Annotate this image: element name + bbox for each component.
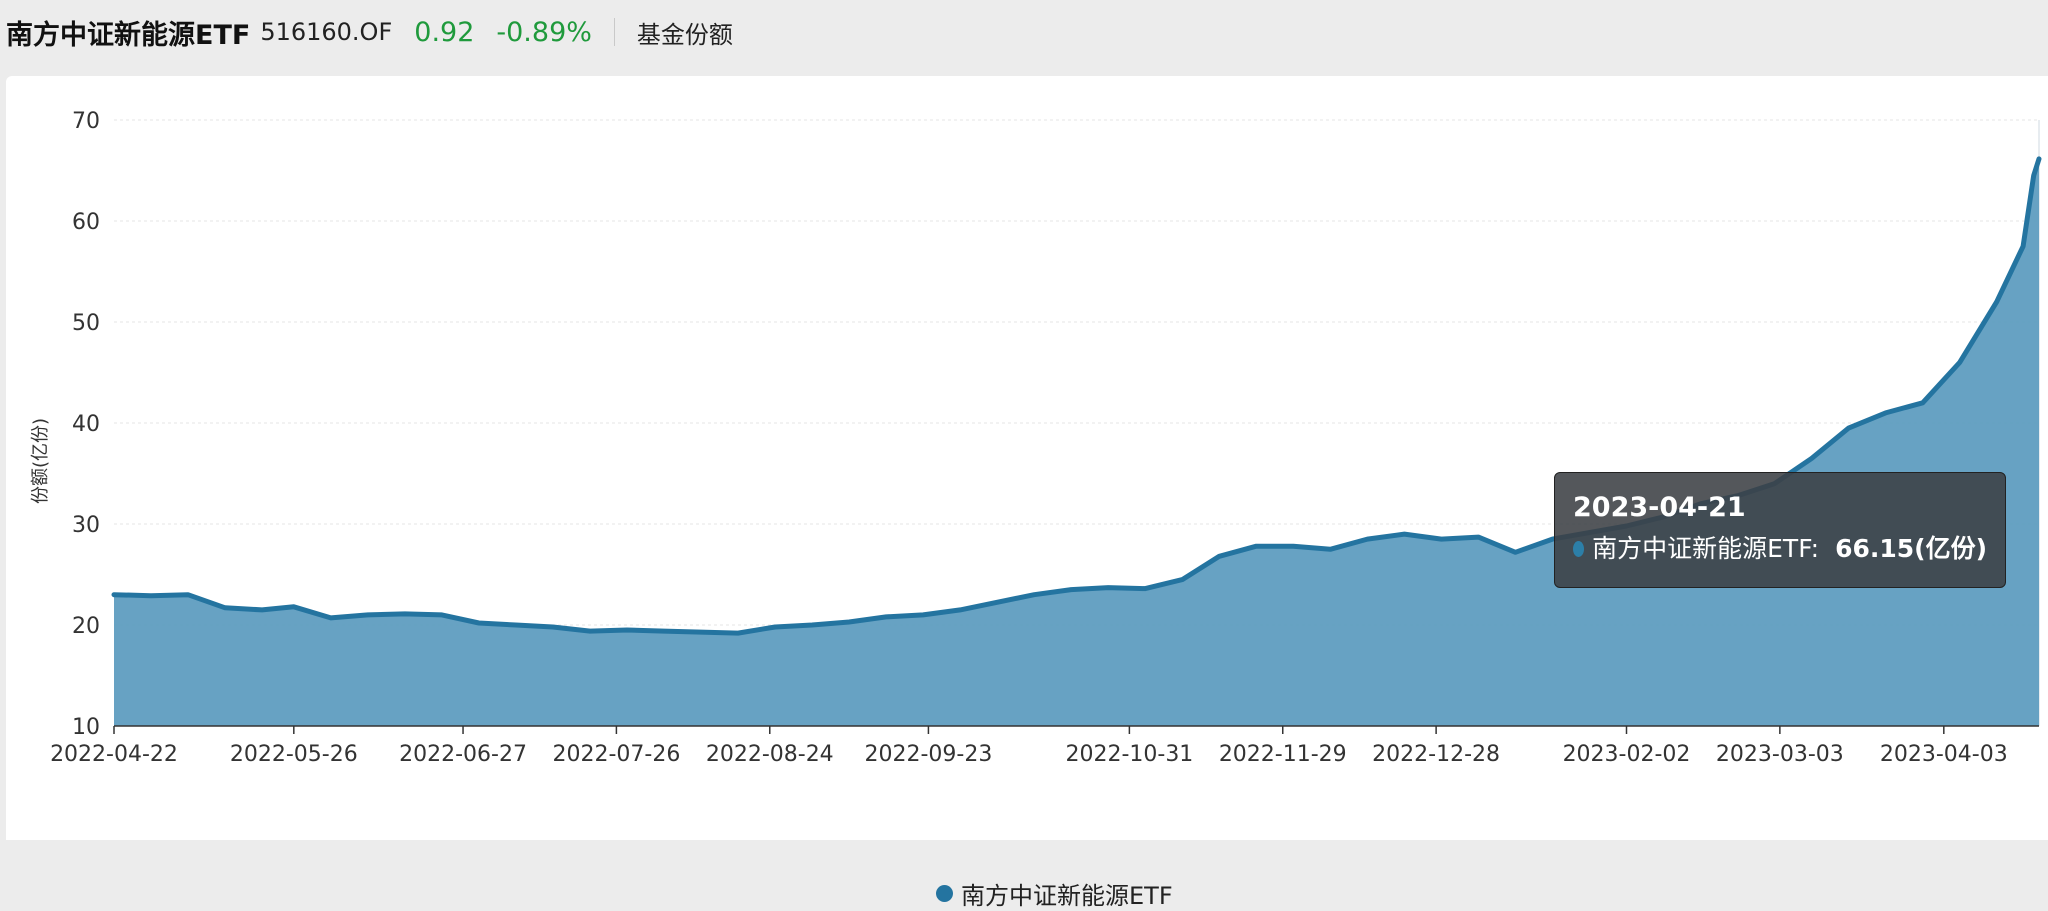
axes (113, 725, 2039, 734)
chart-legend[interactable]: 南方中证新能源ETF (936, 876, 1173, 911)
y-tick-label: 20 (72, 614, 100, 639)
fund-info-row: 南方中证新能源ETF 516160.OF 0.92 -0.89% 基金份额 (6, 12, 733, 52)
data-tooltip: 2023-04-21 南方中证新能源ETF: 66.15(亿份) (1554, 472, 2006, 588)
legend-label: 南方中证新能源ETF (961, 882, 1173, 910)
x-tick-label: 2022-08-24 (706, 742, 834, 767)
x-tick-label: 2022-05-26 (230, 742, 358, 767)
header-divider (613, 18, 615, 46)
x-tick-label: 2023-04-03 (1880, 742, 2008, 767)
y-axis-label: 份额(亿份) (30, 418, 51, 504)
x-tick-label: 2022-11-29 (1219, 742, 1347, 767)
change-percent: -0.89% (496, 16, 592, 48)
y-tick-label: 60 (72, 210, 100, 235)
x-tick-label: 2022-07-26 (552, 742, 680, 767)
area-fill (114, 158, 2039, 726)
x-tick-label: 2023-03-03 (1716, 742, 1844, 767)
chart-panel: 10 20 30 40 50 60 70 2022-04-22 2022-05-26 2022-… (6, 76, 2048, 910)
y-tick-labels: 10 20 30 40 50 60 70 (72, 109, 100, 740)
share-area-chart[interactable]: 10203040506070 2022-04-22 2022-05-26 2022-… (6, 76, 2048, 840)
y-tick-label: 50 (72, 311, 100, 336)
tooltip-series-label: 南方中证新能源ETF: (1592, 534, 1820, 563)
fund-code: 516160.OF (260, 18, 393, 46)
y-tick-label: 30 (72, 513, 100, 538)
x-tick-label: 2022-09-23 (864, 742, 992, 767)
y-tick-label: 10 (72, 715, 100, 740)
x-tick-label: 2023-02-02 (1563, 742, 1691, 767)
x-tick-label: 2022-06-27 (399, 742, 527, 767)
nav-value: 0.92 (414, 16, 475, 48)
tooltip-date: 2023-04-21 (1573, 492, 1746, 523)
y-tick-label: 40 (72, 412, 100, 437)
x-tick-label: 2022-04-22 (50, 742, 178, 767)
header-bar: 南方中证新能源ETF 516160.OF 0.92 -0.89% 基金份额 (0, 0, 2048, 74)
tooltip-value: 66.15(亿份) (1835, 534, 1987, 563)
tooltip-row: 南方中证新能源ETF: 66.15(亿份) (1573, 533, 1987, 565)
legend-dot-icon (936, 885, 953, 902)
metric-label: 基金份额 (636, 20, 733, 49)
x-tick-label: 2022-12-28 (1372, 742, 1500, 767)
series-dot-icon (1573, 541, 1585, 557)
y-tick-label: 70 (72, 109, 100, 134)
area-series (111, 156, 2042, 726)
fund-name: 南方中证新能源ETF (6, 19, 251, 51)
x-tick-label: 2022-10-31 (1065, 742, 1193, 767)
x-tick-labels: 2022-04-22 2022-05-26 2022-06-27 2022-07-26… (50, 742, 2008, 767)
